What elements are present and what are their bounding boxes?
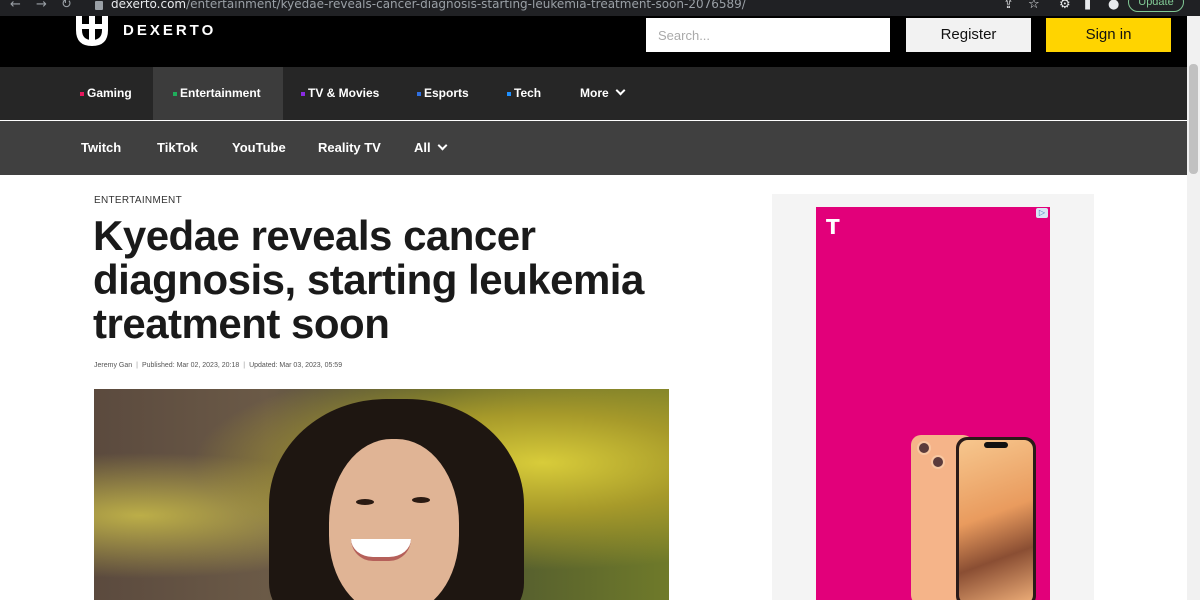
address-bar[interactable]: dexerto.com/entertainment/kyedae-reveals… (111, 0, 746, 11)
article-category[interactable]: ENTERTAINMENT (94, 195, 182, 206)
search-input[interactable] (646, 18, 890, 52)
nav-esports-label: Esports (424, 86, 469, 100)
forward-arrow-icon[interactable]: → (36, 0, 47, 12)
byline-divider: | (243, 362, 246, 369)
article-headline: Kyedae reveals cancer diagnosis, startin… (93, 212, 644, 347)
site-logo-text[interactable]: DEXERTO (123, 22, 216, 39)
phone-camera-bottom (931, 455, 945, 469)
author-name[interactable]: Jeremy Gan (94, 362, 132, 369)
gaming-color-dot (80, 91, 84, 96)
subnav-all-label: All (414, 140, 431, 155)
published-date: Published: Mar 02, 2023, 20:18 (141, 362, 240, 369)
profile-icon[interactable]: ● (1108, 0, 1119, 12)
subnav-twitch[interactable]: Twitch (81, 121, 121, 175)
nav-tv-movies-label: TV & Movies (308, 86, 380, 100)
subnav-all[interactable]: All (414, 121, 448, 175)
byline-divider: | (136, 362, 138, 369)
url-domain: dexerto.com (111, 0, 187, 11)
phone-front-image (956, 437, 1036, 600)
hero-eye-left (356, 499, 374, 505)
phone-screen (959, 440, 1033, 600)
nav-entertainment-label: Entertainment (180, 86, 261, 100)
tv-movies-color-dot (301, 91, 305, 96)
hero-eye-right (412, 497, 430, 503)
hero-face-shape (329, 439, 459, 600)
subnav-youtube[interactable]: YouTube (232, 121, 286, 175)
phone-camera-top (917, 441, 931, 455)
site-header: DEXERTO Register Sign in (0, 16, 1187, 67)
nav-gaming-label: Gaming (87, 86, 132, 100)
primary-nav: Gaming Entertainment TV & Movies Esports… (0, 67, 1187, 120)
subnav-reality-tv[interactable]: Reality TV (318, 121, 381, 175)
extension-icon[interactable]: ⚙ (1059, 0, 1071, 12)
ad-brand-logo: T (826, 215, 840, 239)
nav-esports[interactable]: Esports (417, 67, 469, 120)
browser-update-button[interactable]: Update (1128, 0, 1184, 12)
reload-icon[interactable]: ↻ (61, 0, 72, 12)
chevron-down-icon (437, 140, 448, 151)
chevron-down-icon (615, 85, 626, 96)
advertisement[interactable]: T ▷ (816, 207, 1050, 600)
register-button[interactable]: Register (906, 18, 1031, 52)
esports-color-dot (417, 91, 421, 96)
secondary-nav: Twitch TikTok YouTube Reality TV All (0, 121, 1187, 175)
url-path: /entertainment/kyedae-reveals-cancer-dia… (186, 0, 746, 11)
share-icon[interactable]: ⇪ (1003, 0, 1014, 12)
article-hero-image (94, 389, 669, 600)
back-arrow-icon[interactable]: ← (10, 0, 21, 12)
adchoices-icon[interactable]: ▷ (1036, 208, 1048, 218)
tech-color-dot (507, 91, 511, 96)
lock-icon[interactable] (95, 1, 103, 10)
nav-more-label: More (580, 86, 609, 100)
nav-tech-label: Tech (514, 86, 542, 100)
scrollbar-thumb[interactable] (1189, 64, 1198, 174)
subnav-tiktok[interactable]: TikTok (157, 121, 198, 175)
nav-gaming[interactable]: Gaming (80, 67, 132, 120)
entertainment-color-dot (173, 91, 177, 96)
nav-tv-movies[interactable]: TV & Movies (301, 67, 379, 120)
updated-date: Updated: Mar 03, 2023, 05:59 (249, 362, 343, 369)
page-scrollbar[interactable] (1187, 16, 1200, 600)
phone-notch (984, 442, 1008, 448)
dexerto-logo-icon[interactable] (74, 16, 110, 48)
nav-more[interactable]: More (580, 67, 626, 120)
article-byline: Jeremy Gan | Published: Mar 02, 2023, 20:1… (94, 362, 342, 369)
bookmark-star-icon[interactable]: ☆ (1028, 0, 1040, 12)
side-panel-icon[interactable]: ▮ (1084, 0, 1091, 12)
nav-tech[interactable]: Tech (507, 67, 541, 120)
nav-entertainment[interactable]: Entertainment (153, 67, 283, 120)
sign-in-button[interactable]: Sign in (1046, 18, 1171, 52)
browser-toolbar: ← → ↻ dexerto.com/entertainment/kyedae-r… (0, 0, 1200, 16)
